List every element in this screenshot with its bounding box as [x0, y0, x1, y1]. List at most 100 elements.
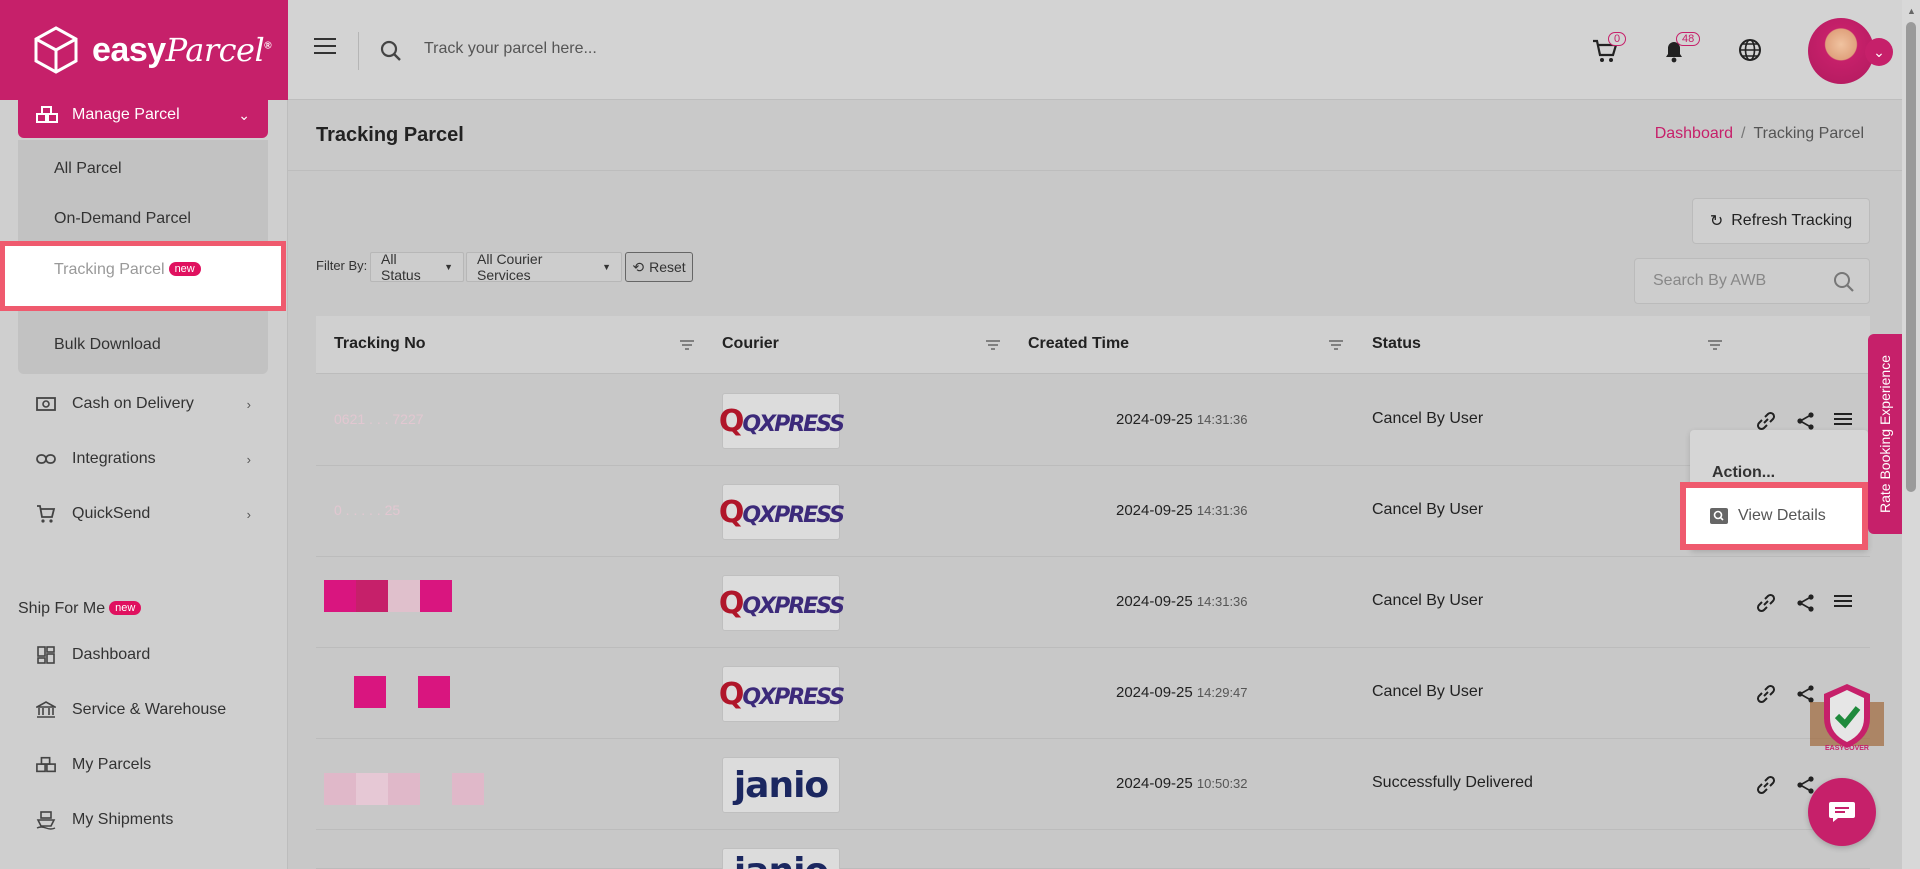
redacted-block: [420, 580, 452, 612]
view-details-menu-item[interactable]: View Details: [1680, 482, 1868, 550]
courier-logo: QQXPRESS: [719, 575, 845, 631]
awb-search-input[interactable]: Search By AWB: [1634, 258, 1870, 304]
my-shipments-label: My Shipments: [72, 811, 174, 828]
status-filter-dropdown[interactable]: All Status ▼: [370, 251, 464, 283]
redacted-block: [388, 773, 420, 805]
courier-filter-dropdown[interactable]: All Courier Services ▼: [466, 251, 622, 283]
scrollbar[interactable]: ▲: [1902, 0, 1920, 869]
sidebar-item-service-warehouse[interactable]: Service & Warehouse: [36, 700, 251, 720]
sort-icon[interactable]: [1708, 340, 1722, 350]
redacted-block: [354, 676, 386, 708]
reset-button[interactable]: ⟲ Reset: [625, 252, 693, 282]
table-row: QQXPRESS 2024-09-25 14:29:47 Cancel By U…: [316, 648, 1870, 739]
hamburger-menu-icon[interactable]: [314, 38, 336, 59]
table-row: QQXPRESS 2024-09-25 14:31:36 Cancel By U…: [316, 557, 1870, 648]
track-parcel-search-input[interactable]: Track your parcel here...: [424, 40, 597, 58]
share-icon[interactable]: [1796, 411, 1816, 431]
sort-icon[interactable]: [680, 340, 694, 350]
breadcrumb-dashboard-link[interactable]: Dashboard: [1655, 125, 1733, 142]
parcels-icon: [36, 106, 58, 123]
manage-parcel-menu[interactable]: Manage Parcel ⌄: [18, 92, 268, 138]
sidebar-item-on-demand-parcel[interactable]: On-Demand Parcel: [54, 210, 191, 228]
divider: [358, 32, 359, 70]
sidebar-item-bulk-download[interactable]: Bulk Download: [54, 336, 161, 354]
tracking-number[interactable]: 0 . . . . . 25: [334, 502, 400, 518]
table-row: 0621 . . . 7227 QQXPRESS 2024-09-25 14:3…: [316, 375, 1870, 466]
refresh-tracking-button[interactable]: ↻ Refresh Tracking: [1692, 198, 1870, 244]
sidebar-item-integrations[interactable]: Integrations ›: [36, 449, 251, 469]
notifications-button[interactable]: 48: [1662, 32, 1701, 69]
reset-label: Reset: [649, 259, 686, 275]
notification-count-badge: 48: [1676, 32, 1701, 46]
chat-icon: [1829, 802, 1855, 822]
status-text: Cancel By User: [1372, 501, 1484, 518]
cash-icon: [36, 394, 56, 414]
redacted-block: [388, 580, 420, 612]
refresh-icon: ⟲: [632, 258, 645, 275]
chevron-down-icon: ⌄: [238, 106, 250, 123]
column-courier[interactable]: Courier: [722, 335, 779, 353]
ship-for-me-label: Ship For Me: [18, 600, 106, 617]
cash-on-delivery-label: Cash on Delivery: [72, 395, 194, 412]
status-text: Cancel By User: [1372, 592, 1484, 609]
sort-icon[interactable]: [986, 340, 1000, 350]
awb-search-placeholder: Search By AWB: [1653, 272, 1767, 289]
link-icon[interactable]: [1756, 775, 1776, 795]
more-menu-icon[interactable]: [1834, 411, 1852, 427]
column-created-time[interactable]: Created Time: [1028, 335, 1129, 353]
table-row: janio: [316, 830, 1870, 869]
breadcrumb: Dashboard / Tracking Parcel: [1655, 125, 1864, 143]
share-icon[interactable]: [1796, 593, 1816, 613]
link-icon[interactable]: [1756, 411, 1776, 431]
created-time: 2024-09-25 14:31:36: [1116, 411, 1248, 428]
language-button[interactable]: [1738, 38, 1762, 67]
courier-filter-value: All Courier Services: [477, 251, 543, 283]
brand-logo[interactable]: easyParcel®: [0, 0, 288, 100]
tracking-number[interactable]: 0621 . . . 7227: [334, 411, 424, 427]
cart-plus-icon: [36, 504, 56, 524]
courier-logo: janio: [722, 848, 840, 869]
tracking-parcel-label: Tracking Parcel: [54, 261, 165, 278]
dashboard-icon: [36, 645, 56, 665]
sidebar-item-my-shipments[interactable]: My Shipments: [36, 810, 251, 830]
chat-button[interactable]: [1808, 778, 1876, 846]
chevron-right-icon: ›: [246, 451, 251, 467]
sidebar-item-cash-on-delivery[interactable]: Cash on Delivery ›: [36, 394, 251, 414]
integrations-label: Integrations: [72, 450, 156, 467]
cart-count-badge: 0: [1608, 32, 1627, 46]
search-icon: [380, 40, 401, 61]
cart-button[interactable]: 0: [1592, 32, 1627, 69]
easycover-label: EASYCOVER: [1825, 745, 1869, 752]
sidebar-item-quicksend[interactable]: QuickSend ›: [36, 504, 251, 524]
easycover-shield-icon[interactable]: EASYCOVER: [1808, 682, 1886, 752]
link-icon[interactable]: [1756, 684, 1776, 704]
new-badge: new: [109, 601, 142, 615]
sidebar-item-dashboard[interactable]: Dashboard: [36, 645, 251, 665]
sort-icon[interactable]: [1329, 340, 1343, 350]
created-time: 2024-09-25 14:31:36: [1116, 502, 1248, 519]
chevron-right-icon: ›: [246, 396, 251, 412]
column-status[interactable]: Status: [1372, 335, 1421, 353]
created-time: 2024-09-25 14:29:47: [1116, 684, 1248, 701]
link-icon[interactable]: [1756, 593, 1776, 613]
redacted-block: [324, 773, 356, 805]
redacted-block: [356, 580, 388, 612]
status-text: Successfully Delivered: [1372, 774, 1533, 791]
scrollbar-thumb[interactable]: [1906, 22, 1916, 492]
top-bar: Track your parcel here... 0 48 ⌄: [288, 0, 1902, 100]
column-tracking-no[interactable]: Tracking No: [334, 335, 426, 353]
search-icon[interactable]: [1833, 271, 1855, 293]
link-icon: [36, 449, 56, 469]
sidebar-item-my-parcels[interactable]: My Parcels: [36, 755, 251, 775]
more-menu-icon[interactable]: [1834, 593, 1852, 609]
status-text: Cancel By User: [1372, 410, 1484, 427]
scroll-up-icon[interactable]: ▲: [1907, 6, 1916, 16]
created-time: 2024-09-25 10:50:32: [1116, 775, 1248, 792]
courier-logo: QQXPRESS: [719, 393, 845, 449]
quicksend-label: QuickSend: [72, 505, 151, 522]
chevron-down-icon[interactable]: ⌄: [1865, 38, 1893, 66]
rate-booking-experience-tab[interactable]: Rate Booking Experience: [1868, 334, 1902, 534]
sidebar-item-all-parcel[interactable]: All Parcel: [54, 160, 122, 178]
sidebar-item-tracking-parcel[interactable]: Tracking Parcel new: [54, 261, 201, 279]
redacted-block: [356, 773, 388, 805]
